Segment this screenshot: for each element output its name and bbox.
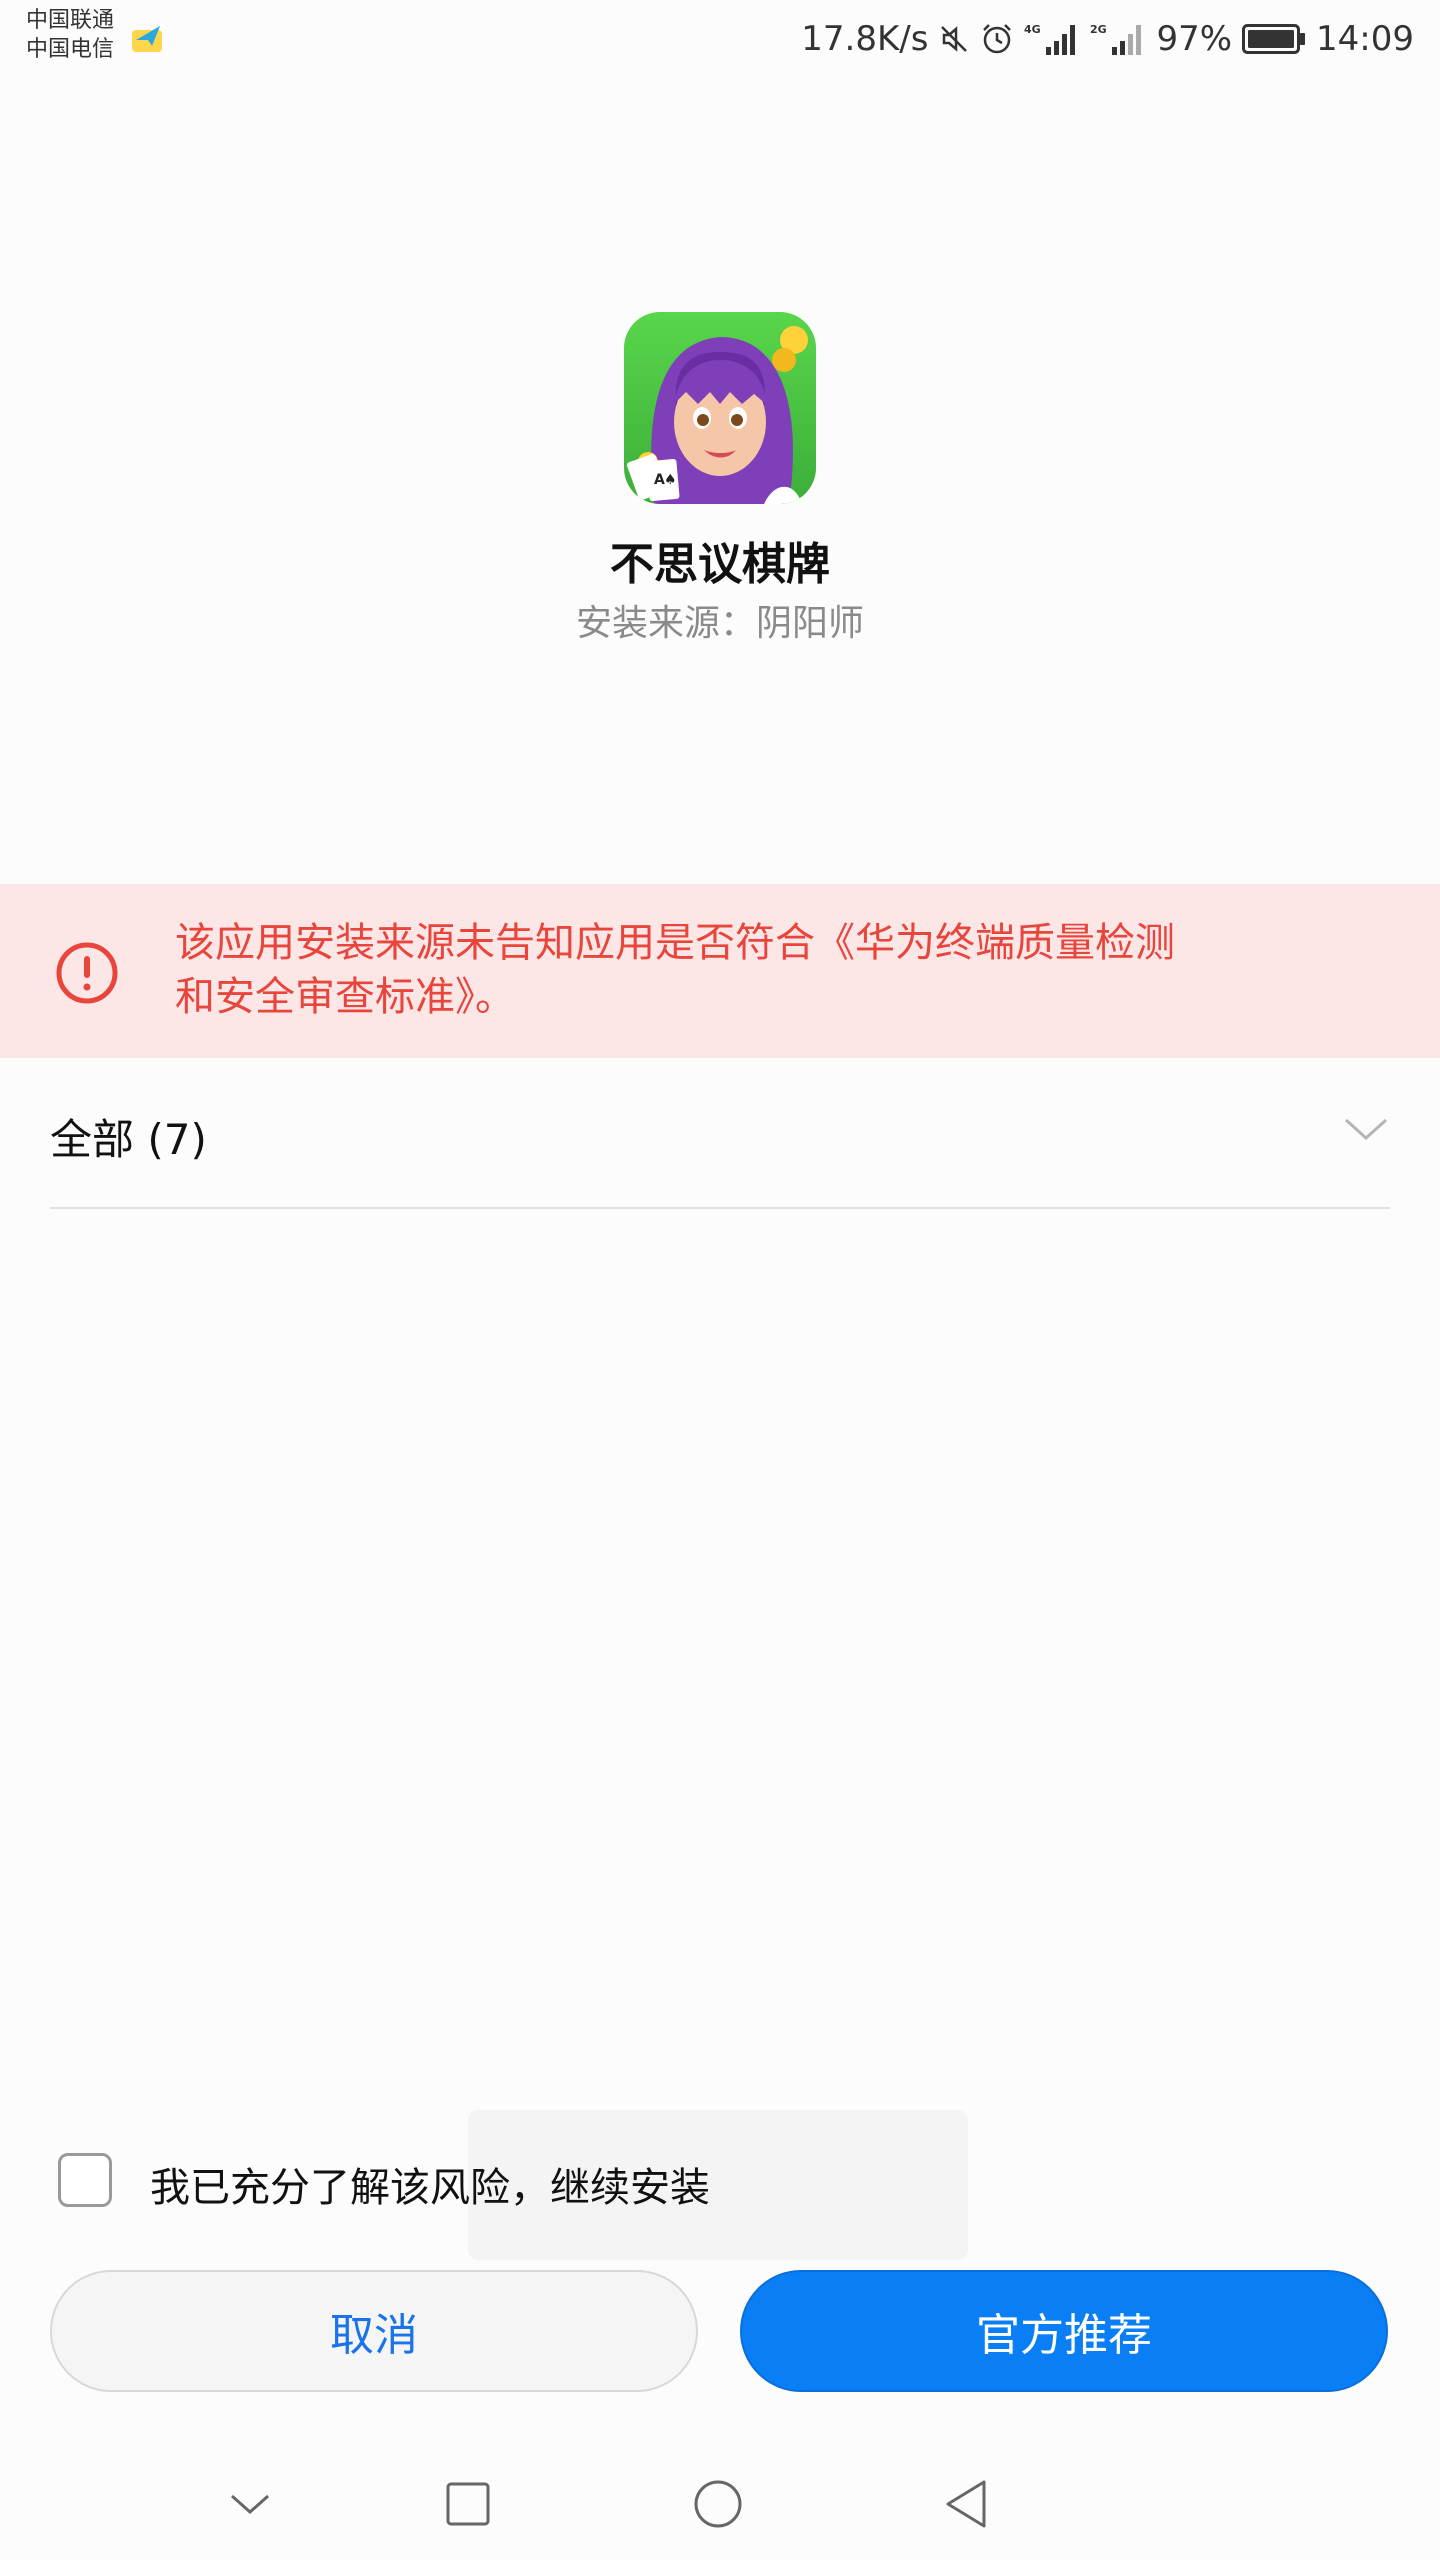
install-source: 安装来源：阴阳师: [575, 603, 864, 644]
nav-back-icon[interactable]: [940, 2476, 996, 2532]
signal-2g-label: 2G: [1090, 23, 1107, 36]
cancel-button[interactable]: 取消: [50, 2270, 698, 2392]
permissions-dropdown[interactable]: 全部 (7): [50, 1096, 1390, 1206]
network-speed: 17.8K/s: [801, 19, 929, 59]
alarm-icon: [983, 24, 1012, 54]
official-recommend-button[interactable]: 官方推荐: [740, 2270, 1388, 2392]
app-name: 不思议棋牌: [610, 539, 830, 590]
risk-warning-text: 该应用安装来源未告知应用是否符合《华为终端质量检测 和安全审查标准》。: [175, 916, 1375, 1024]
status-indicators: 17.8K/s 4G 2G 97% 14:09: [801, 14, 1414, 64]
clock: 14:09: [1316, 19, 1414, 59]
signal-2g-icon: 2G: [1090, 23, 1142, 55]
signal-4g-label: 4G: [1024, 23, 1041, 36]
battery-icon: [1242, 24, 1306, 54]
nav-recents-icon[interactable]: [440, 2476, 496, 2532]
permissions-label: 全部 (7): [50, 1115, 207, 1164]
svg-text:♠: ♠: [664, 472, 677, 488]
carrier-info: 中国联通 中国电信: [26, 6, 114, 64]
carrier-1: 中国联通: [26, 8, 115, 33]
risk-confirm-checkbox[interactable]: [58, 2153, 112, 2207]
cancel-button-label: 取消: [330, 2310, 418, 2361]
signal-4g-icon: 4G: [1024, 23, 1076, 55]
divider: [50, 1207, 1390, 1209]
nav-hide-icon[interactable]: [222, 2476, 278, 2532]
risk-warning-line-1: 该应用安装来源未告知应用是否符合《华为终端质量检测: [175, 920, 1175, 966]
mute-icon: [941, 26, 968, 52]
official-recommend-button-label: 官方推荐: [976, 2310, 1152, 2361]
risk-warning-line-2: 和安全审查标准》。: [175, 974, 515, 1020]
app-icon: A ♠: [624, 312, 816, 504]
carrier-2: 中国电信: [26, 37, 115, 62]
status-bar: 中国联通 中国电信 17.8K/s 4G 2G 97% 14:09: [0, 0, 1440, 80]
risk-confirm-label[interactable]: 我已充分了解该风险，继续安装: [150, 2155, 710, 2213]
nav-home-icon[interactable]: [690, 2476, 746, 2532]
alert-circle-icon: [56, 942, 118, 1004]
chevron-down-icon: [1344, 1118, 1388, 1141]
notification-app-icon: [132, 26, 162, 52]
battery-percent: 97%: [1156, 19, 1233, 59]
